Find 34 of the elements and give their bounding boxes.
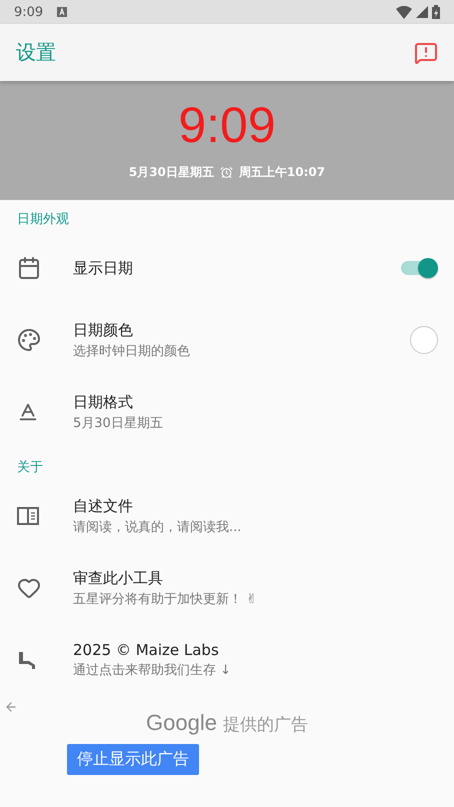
clock-date: 5月30日星期五: [128, 164, 214, 181]
battery-icon: [432, 5, 440, 19]
wifi-icon: [396, 6, 412, 18]
palette-icon: [17, 328, 41, 352]
section-header: 关于: [16, 459, 44, 477]
app-title: 设置: [16, 39, 56, 66]
heart-icon: [17, 576, 41, 600]
book-icon: [17, 507, 39, 525]
calendar-icon: [17, 256, 41, 280]
setting-subtitle: 通过点击来帮助我们生存 ↓: [73, 662, 232, 679]
setting-title[interactable]: 自述文件: [73, 496, 438, 516]
notification-icon: [57, 7, 68, 17]
ad-label: 提供的广告: [222, 714, 308, 736]
section-header: 日期外观: [16, 211, 70, 229]
alarm-time: 周五上午10:07: [238, 164, 326, 181]
setting-title[interactable]: 日期格式: [73, 392, 438, 412]
setting-subtitle: 请阅读，说真的，请阅读我...: [73, 518, 242, 536]
setting-title[interactable]: 日期颜色: [73, 320, 410, 340]
setting-title[interactable]: 审查此小工具: [73, 568, 438, 588]
setting-subtitle: 五星评分将有助于加快更新！ ✌: [73, 590, 258, 608]
setting-title[interactable]: 2025 © Maize Labs: [73, 641, 438, 659]
signal-icon: [416, 6, 428, 18]
setting-subtitle: 5月30日星期五: [73, 414, 164, 432]
back-icon[interactable]: [4, 700, 18, 714]
text-format-icon: [17, 401, 39, 423]
clock-time: 9:09: [178, 100, 276, 150]
alarm-icon: [220, 166, 233, 179]
setting-title[interactable]: 显示日期: [73, 258, 398, 278]
report-icon[interactable]: [414, 40, 438, 64]
ad-brand: Google: [146, 710, 217, 736]
setting-subtitle: 选择时钟日期的颜色: [73, 342, 191, 360]
stop-ad-button[interactable]: 停止显示此广告: [67, 744, 199, 775]
status-time: 9:09: [14, 4, 44, 20]
color-swatch[interactable]: [410, 326, 438, 354]
